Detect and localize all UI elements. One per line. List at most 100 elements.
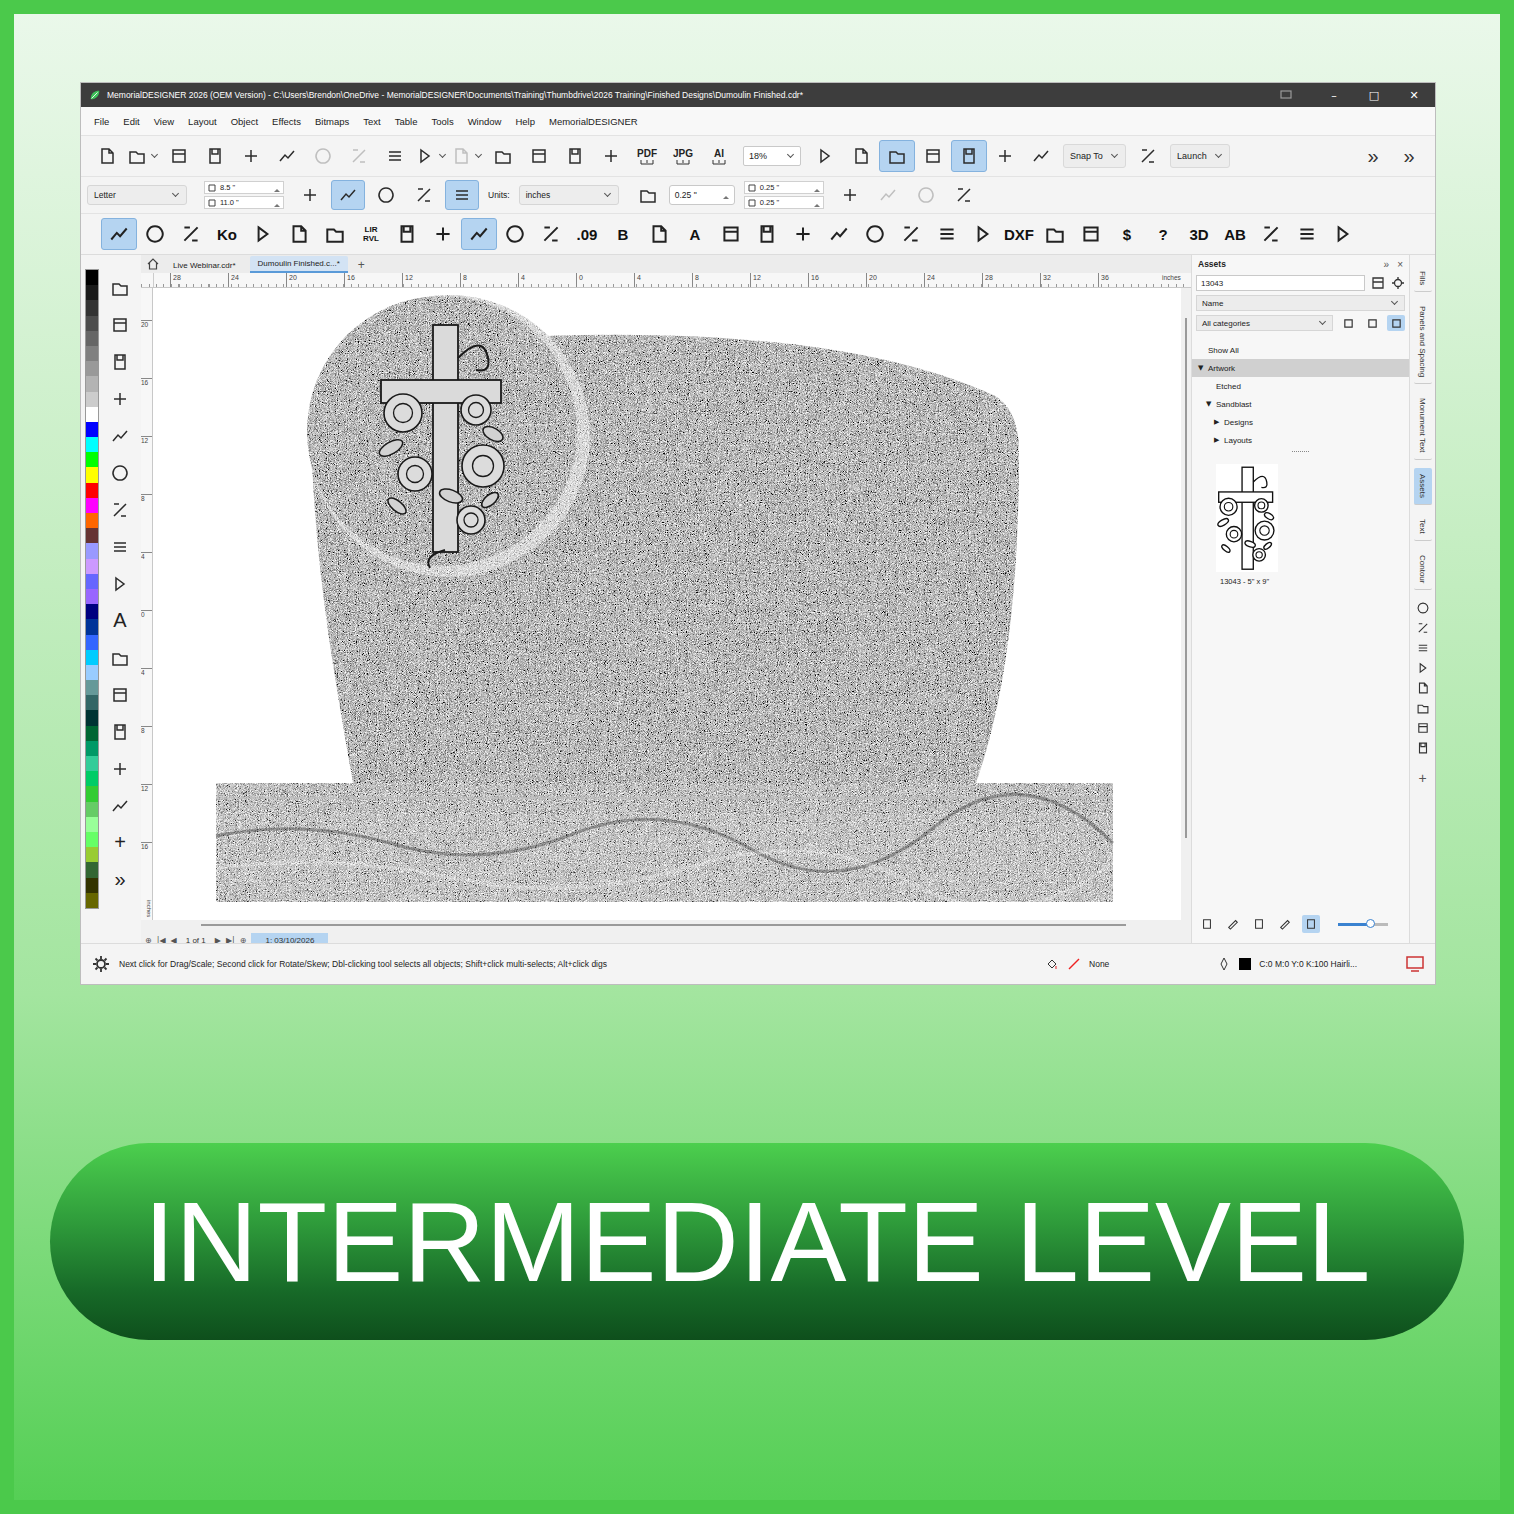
toolbar-button[interactable]: Launch xyxy=(1170,144,1230,168)
toolbox-tool[interactable] xyxy=(103,491,137,528)
slider-knob[interactable] xyxy=(1366,919,1375,928)
spinner-icon[interactable] xyxy=(274,199,280,207)
color-swatch[interactable] xyxy=(86,437,98,452)
memorial-tool[interactable] xyxy=(137,218,173,250)
memorial-tool[interactable] xyxy=(965,218,1001,250)
docker-tab[interactable] xyxy=(1416,721,1430,735)
color-swatch[interactable] xyxy=(86,452,98,467)
toolbox-tool[interactable]: » xyxy=(103,861,137,898)
toolbox-tool[interactable] xyxy=(103,454,137,491)
menu-item[interactable]: Window xyxy=(468,116,502,127)
new-tab-button[interactable]: + xyxy=(354,258,369,273)
toolbar-button[interactable] xyxy=(987,140,1023,172)
docker-tab[interactable]: + xyxy=(1414,764,1432,786)
menu-item[interactable]: Layout xyxy=(188,116,217,127)
docker-tab[interactable] xyxy=(1416,621,1430,635)
color-swatch[interactable] xyxy=(86,665,98,680)
color-swatch[interactable] xyxy=(86,589,98,604)
window-control[interactable]: ✕ xyxy=(1397,89,1431,102)
property-control[interactable]: inches xyxy=(519,185,619,205)
toolbar-button[interactable] xyxy=(807,140,843,172)
memorial-tool[interactable]: LIRRVL xyxy=(353,218,389,250)
menu-item[interactable]: View xyxy=(154,116,174,127)
memorial-tool[interactable] xyxy=(245,218,281,250)
memorial-tool[interactable] xyxy=(1073,218,1109,250)
property-control[interactable] xyxy=(947,180,981,210)
memorial-tool[interactable] xyxy=(857,218,893,250)
memorial-tool[interactable] xyxy=(1037,218,1073,250)
tree-item[interactable]: ▼Sandblast xyxy=(1192,395,1409,413)
color-swatch[interactable] xyxy=(86,392,98,407)
memorial-tool[interactable] xyxy=(1253,218,1289,250)
color-swatch[interactable] xyxy=(86,802,98,817)
docker-tab[interactable] xyxy=(1416,741,1430,755)
property-control[interactable] xyxy=(331,180,365,210)
memorial-tool[interactable] xyxy=(173,218,209,250)
size-field[interactable]: 0.25 " xyxy=(744,181,824,194)
window-control[interactable]: □ xyxy=(1357,89,1391,102)
color-swatch[interactable] xyxy=(86,513,98,528)
toolbar-button[interactable] xyxy=(951,140,987,172)
docker-tab[interactable]: Fills xyxy=(1414,265,1432,292)
toolbar-button[interactable]: JPG xyxy=(665,140,701,172)
property-control[interactable] xyxy=(369,180,403,210)
toolbar-button[interactable] xyxy=(1023,140,1059,172)
drawing-canvas[interactable] xyxy=(153,288,1181,920)
spinner-icon[interactable] xyxy=(723,191,729,199)
toolbox-tool[interactable] xyxy=(103,380,137,417)
color-swatch[interactable] xyxy=(86,817,98,832)
color-swatch[interactable] xyxy=(86,650,98,665)
color-swatch[interactable] xyxy=(86,361,98,376)
thumbnail-size-slider[interactable] xyxy=(1338,923,1388,926)
property-control[interactable] xyxy=(293,180,327,210)
document-tab[interactable]: Dumoulin Finished.c...* xyxy=(250,256,348,273)
base-rock[interactable] xyxy=(216,813,1113,902)
size-field[interactable]: 8.5 " xyxy=(204,181,284,194)
property-control[interactable]: Units: xyxy=(483,189,515,201)
toolbar-overflow[interactable]: » xyxy=(1355,145,1391,168)
spinner-icon[interactable] xyxy=(814,199,820,207)
color-swatch[interactable] xyxy=(86,376,98,391)
asset-thumbnail[interactable]: 13043 - 5" x 9" xyxy=(1192,462,1409,586)
toolbox-tool[interactable] xyxy=(103,676,137,713)
document-tab[interactable]: Live Webinar.cdr* xyxy=(165,258,244,273)
color-swatch[interactable] xyxy=(86,878,98,893)
tree-toggle[interactable]: ▼ xyxy=(1206,400,1216,408)
dropdown-caret-icon[interactable] xyxy=(172,190,179,197)
toolbar-button[interactable] xyxy=(593,140,629,172)
panel-button[interactable]: » xyxy=(1384,259,1390,270)
color-swatch[interactable] xyxy=(86,741,98,756)
color-swatch[interactable] xyxy=(86,270,98,285)
tree-toggle[interactable]: ▶ xyxy=(1214,436,1224,444)
docker-tab[interactable] xyxy=(1416,681,1430,695)
memorial-tool[interactable] xyxy=(425,218,461,250)
docker-tab[interactable]: Assets xyxy=(1414,468,1432,505)
toolbox-tool[interactable] xyxy=(103,306,137,343)
menu-item[interactable]: MemorialDESIGNER xyxy=(549,116,638,127)
color-swatch[interactable] xyxy=(86,407,98,422)
toolbar-button[interactable] xyxy=(197,140,233,172)
color-swatch[interactable] xyxy=(86,756,98,771)
toolbar-button[interactable] xyxy=(485,140,521,172)
toolbar-button[interactable] xyxy=(377,140,413,172)
base-top[interactable] xyxy=(216,783,1113,813)
footer-button[interactable] xyxy=(1224,915,1242,933)
size-field[interactable]: 11.0 " xyxy=(204,196,284,209)
dropdown-caret-icon[interactable] xyxy=(475,151,482,158)
color-swatch[interactable] xyxy=(86,285,98,300)
memorial-tool[interactable] xyxy=(497,218,533,250)
toolbar-button[interactable] xyxy=(1130,140,1166,172)
vertical-scrollbar[interactable] xyxy=(1181,288,1191,920)
memorial-tool[interactable] xyxy=(461,218,497,250)
memorial-tool[interactable]: DXF xyxy=(1001,218,1037,250)
toolbox-tool[interactable] xyxy=(103,750,137,787)
display-icon[interactable] xyxy=(1405,954,1425,974)
docker-tab[interactable] xyxy=(1416,601,1430,615)
monitor-icon[interactable] xyxy=(1279,88,1293,102)
color-swatch[interactable] xyxy=(86,346,98,361)
memorial-tool[interactable]: ? xyxy=(1145,218,1181,250)
toolbox-tool[interactable] xyxy=(103,343,137,380)
color-swatch[interactable] xyxy=(86,498,98,513)
color-swatch[interactable] xyxy=(86,467,98,482)
memorial-tool[interactable] xyxy=(749,218,785,250)
